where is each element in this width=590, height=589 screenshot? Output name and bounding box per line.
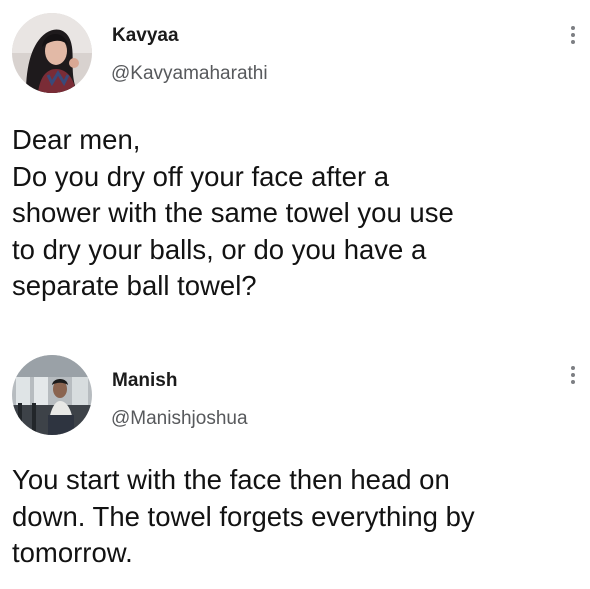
avatar-kavyaa-image [12,13,92,93]
tweet-text-line: Do you dry off your face after a [12,160,390,192]
tweet-text-line: tomorrow. [12,537,133,568]
tweet-text-line: Dear men, [12,124,141,155]
tweet-manish: Manish @Manishjoshua You start with the … [0,340,590,589]
tweet-text-line: separate ball towel? [12,270,257,301]
author-handle[interactable]: @Manishjoshua [111,408,248,430]
tweet-kavyaa: Kavyaa @Kavyamaharathi Dear men, Do you … [0,0,590,340]
avatar-kavyaa[interactable] [12,13,92,93]
avatar-manish[interactable] [12,355,92,435]
author-name[interactable]: Manish [112,370,177,392]
more-vertical-icon[interactable] [566,364,580,390]
tweet-text-line: to dry your balls, or do you have a [12,233,427,265]
tweet-text-line: down. The towel forgets everything by [12,500,475,532]
tweet-text: Dear men, Do you dry off your face after… [12,122,577,305]
tweet-text: You start with the face then head on dow… [12,462,577,572]
more-vertical-icon[interactable] [566,24,580,50]
tweet-text-line: shower with the same towel you use [12,197,454,228]
avatar-manish-image [12,355,92,435]
author-handle[interactable]: @Kavyamaharathi [111,63,268,85]
tweet-text-line: You start with the face then head on [12,464,450,495]
author-name[interactable]: Kavyaa [112,25,179,47]
